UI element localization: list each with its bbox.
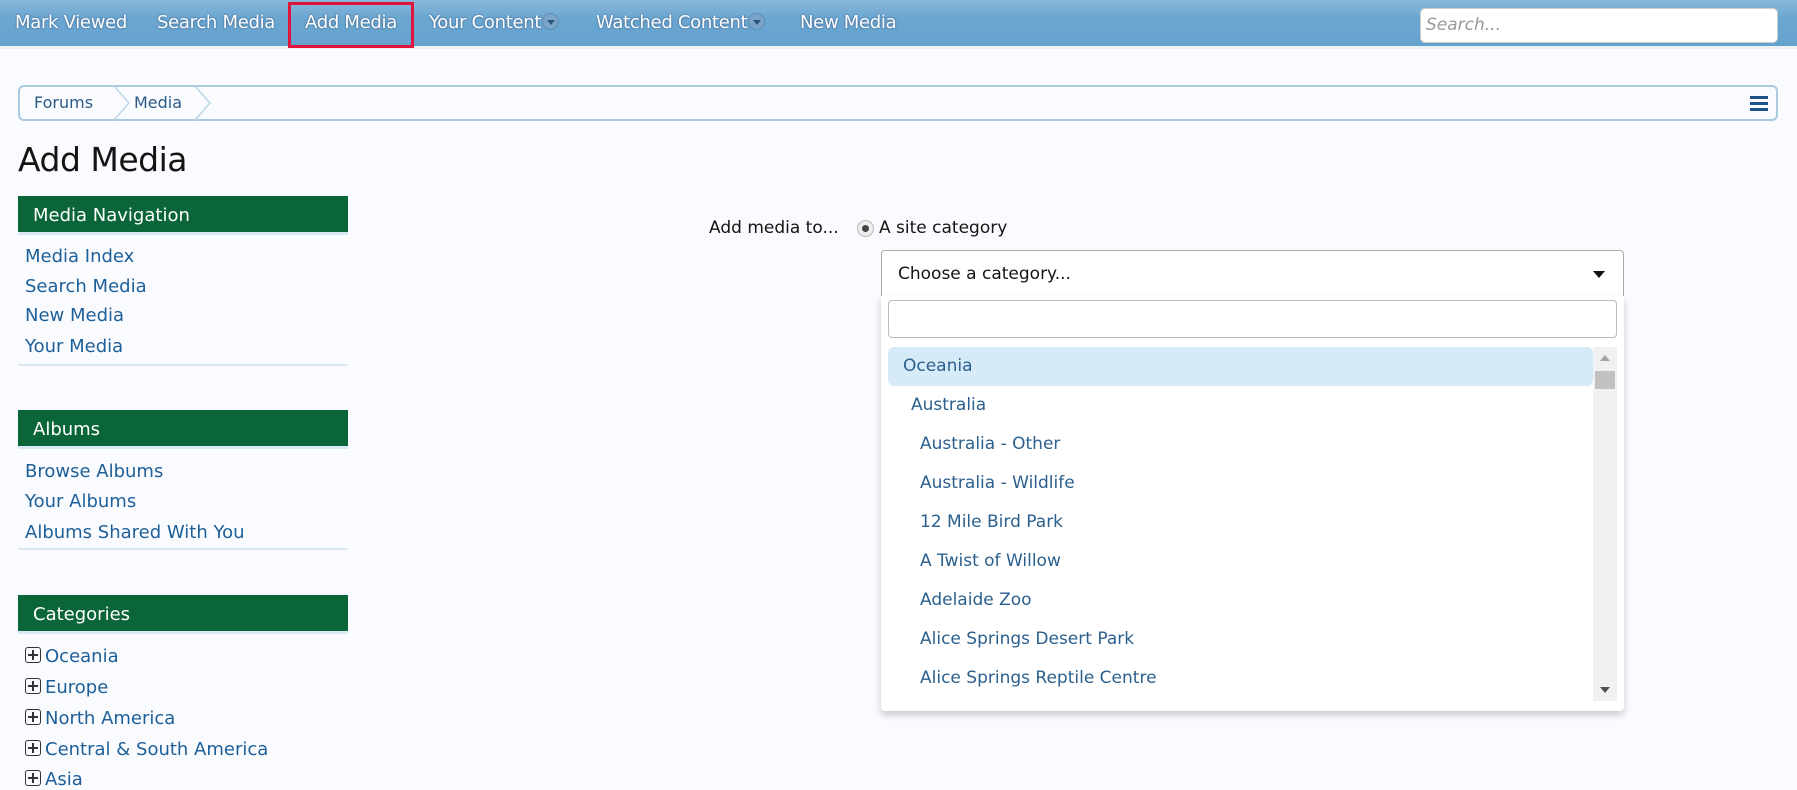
scroll-down-arrow-icon[interactable] — [1600, 687, 1610, 693]
hamburger-menu-icon[interactable] — [1750, 96, 1768, 111]
expand-plus-icon[interactable] — [25, 678, 41, 694]
dropdown-search-input[interactable] — [888, 300, 1617, 338]
list-item[interactable]: A Twist of Willow — [888, 542, 1593, 581]
category-item[interactable]: Oceania — [25, 646, 119, 667]
scrollbar[interactable] — [1593, 347, 1617, 701]
list-item[interactable]: 12 Mile Bird Park — [888, 503, 1593, 542]
expand-plus-icon[interactable] — [25, 770, 41, 786]
search-input[interactable]: Search... — [1420, 8, 1778, 43]
breadcrumb-separator-icon — [193, 85, 212, 121]
expand-plus-icon[interactable] — [25, 740, 41, 756]
breadcrumb-separator-icon — [112, 85, 131, 121]
category-label[interactable]: Europe — [45, 677, 108, 698]
category-select[interactable]: Choose a category... — [881, 250, 1624, 297]
nav-mark-viewed[interactable]: Mark Viewed — [15, 0, 127, 46]
list-item[interactable]: Alice Springs Reptile Centre — [888, 659, 1593, 698]
sidebar-link-browse-albums[interactable]: Browse Albums — [25, 461, 163, 482]
nav-your-content-label: Your Content — [429, 12, 542, 33]
albums-header: Albums — [18, 410, 348, 449]
divider — [18, 364, 348, 366]
expand-plus-icon[interactable] — [25, 709, 41, 725]
sidebar-link-new-media[interactable]: New Media — [25, 305, 124, 326]
caret-down-icon — [1593, 271, 1605, 278]
list-item[interactable]: Adelaide Zoo — [888, 581, 1593, 620]
breadcrumb-media[interactable]: Media — [134, 87, 182, 119]
nav-search-media[interactable]: Search Media — [157, 0, 275, 46]
list-item[interactable]: Australia - Wildlife — [888, 464, 1593, 503]
category-label[interactable]: Asia — [45, 769, 83, 790]
media-navigation-header: Media Navigation — [18, 196, 348, 235]
category-label[interactable]: North America — [45, 708, 175, 729]
category-item[interactable]: Central & South America — [25, 739, 268, 760]
sidebar-link-your-media[interactable]: Your Media — [25, 336, 123, 357]
nav-new-media[interactable]: New Media — [800, 0, 897, 46]
option-list: Oceania Australia Australia - Other Aust… — [888, 347, 1593, 701]
chevron-down-icon[interactable] — [748, 12, 766, 30]
category-item[interactable]: North America — [25, 708, 175, 729]
sidebar-link-search-media[interactable]: Search Media — [25, 276, 147, 297]
nav-watched-content-label: Watched Content — [596, 12, 748, 33]
sidebar-link-media-index[interactable]: Media Index — [25, 246, 134, 267]
categories-header: Categories — [18, 595, 348, 634]
highlight-box — [288, 2, 414, 48]
top-nav: Mark Viewed Search Media Add Media Your … — [0, 0, 1797, 49]
list-item[interactable]: Australia - Other — [888, 425, 1593, 464]
nav-watched-content[interactable]: Watched Content — [596, 0, 766, 46]
expand-plus-icon[interactable] — [25, 647, 41, 663]
category-item[interactable]: Asia — [25, 769, 83, 790]
add-media-to-label: Add media to... — [709, 218, 839, 238]
site-category-radio-label[interactable]: A site category — [879, 218, 1007, 238]
breadcrumb: Forums Media — [18, 85, 1778, 121]
category-label[interactable]: Central & South America — [45, 739, 268, 760]
sidebar-link-albums-shared[interactable]: Albums Shared With You — [25, 522, 245, 543]
breadcrumb-forums[interactable]: Forums — [34, 87, 93, 119]
nav-your-content[interactable]: Your Content — [429, 0, 560, 46]
scrollbar-thumb[interactable] — [1595, 371, 1615, 389]
chevron-down-icon[interactable] — [542, 12, 560, 30]
category-item[interactable]: Europe — [25, 677, 108, 698]
sidebar-link-your-albums[interactable]: Your Albums — [25, 491, 136, 512]
divider — [18, 548, 348, 550]
category-select-value: Choose a category... — [898, 264, 1071, 284]
site-category-radio[interactable] — [857, 220, 874, 237]
category-label[interactable]: Oceania — [45, 646, 119, 667]
category-dropdown: Oceania Australia Australia - Other Aust… — [881, 296, 1624, 711]
option-australia[interactable]: Australia — [888, 386, 1593, 425]
scroll-up-arrow-icon[interactable] — [1600, 355, 1610, 361]
option-oceania[interactable]: Oceania — [888, 347, 1593, 386]
list-item[interactable]: Alice Springs Desert Park — [888, 620, 1593, 659]
page-title: Add Media — [18, 140, 188, 179]
